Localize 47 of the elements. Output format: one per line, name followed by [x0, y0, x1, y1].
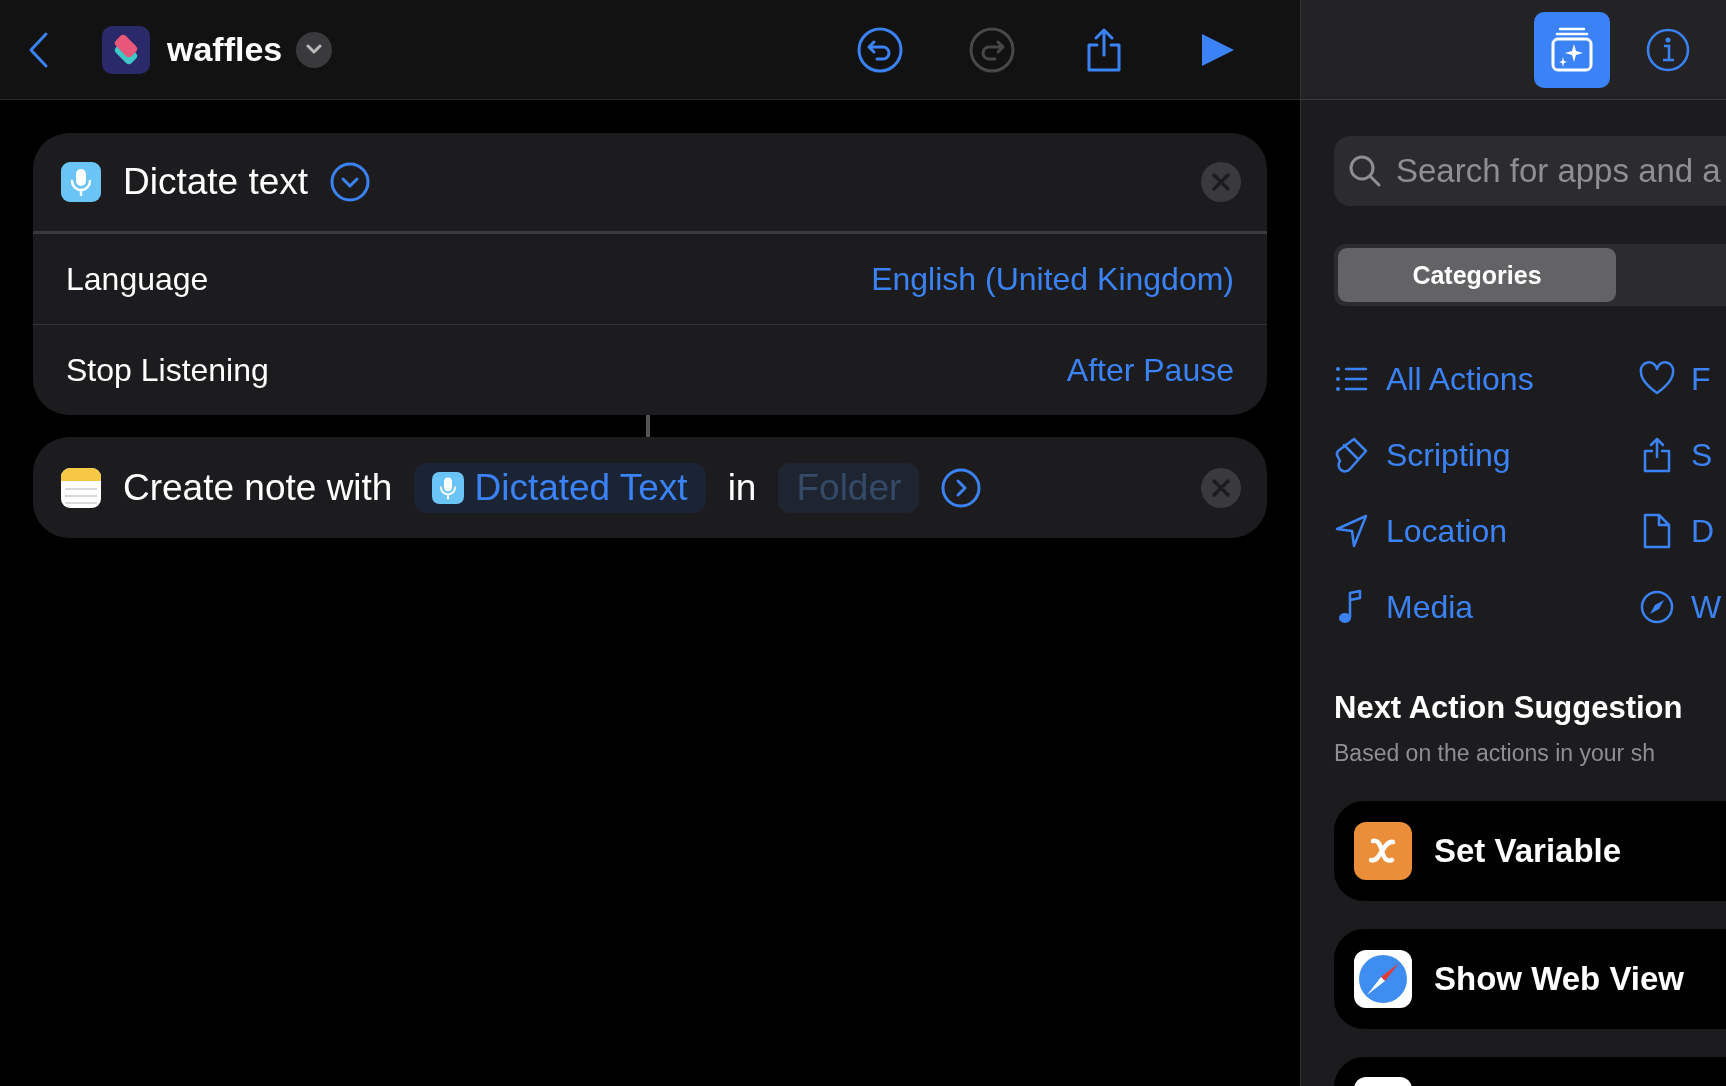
notes-icon	[61, 467, 101, 508]
microphone-icon	[432, 471, 465, 504]
expand-button[interactable]	[941, 467, 982, 508]
heart-icon	[1639, 361, 1675, 397]
suggestion-name: Set Variable	[1434, 832, 1622, 870]
parameter-value[interactable]: After Pause	[1066, 351, 1234, 389]
parameter-label: Stop Listening	[66, 351, 269, 389]
chevron-down-icon	[306, 44, 323, 54]
category-item[interactable]: Scripting	[1334, 434, 1639, 476]
section-heading: Next Action Suggestion	[1334, 690, 1684, 726]
category-item[interactable]: W	[1639, 586, 1726, 628]
undo-icon	[857, 26, 903, 73]
collapse-button[interactable]	[330, 162, 371, 202]
close-icon	[1201, 162, 1241, 202]
category-item[interactable]: All Actions	[1334, 358, 1639, 400]
back-icon	[27, 30, 49, 69]
variable-token[interactable]: Dictated Text	[414, 462, 706, 513]
variable-icon	[1354, 822, 1412, 880]
suggestion-name: Show Web View	[1434, 960, 1684, 998]
action-text: Create note with	[123, 466, 393, 509]
title-menu-button[interactable]	[296, 31, 333, 68]
chevron-down-icon	[330, 162, 371, 202]
compass-icon	[1354, 950, 1412, 1008]
category-item[interactable]: Media	[1334, 586, 1639, 628]
search-icon	[1348, 154, 1382, 188]
library-tab[interactable]	[1534, 11, 1610, 88]
action-title: Dictate text	[123, 161, 309, 203]
parameter-label: Language	[66, 260, 209, 298]
parameter-value[interactable]: English (United Kingdom)	[871, 260, 1234, 298]
search-field[interactable]: Search for apps and a	[1334, 136, 1726, 206]
suggestion-card[interactable]: Show Web View	[1334, 929, 1726, 1029]
shortcut-title: waffles	[167, 30, 283, 69]
category-item[interactable]: Location	[1334, 510, 1639, 552]
category-item[interactable]: F	[1639, 358, 1726, 400]
category-item[interactable]: D	[1639, 510, 1726, 552]
segment[interactable]: Categories	[1338, 248, 1616, 302]
chevron-right-icon	[941, 467, 982, 508]
section-subtitle: Based on the actions in your sh	[1334, 740, 1656, 767]
dictation-icon	[61, 162, 101, 202]
close-icon	[1201, 467, 1241, 508]
category-item[interactable]: S	[1639, 434, 1726, 476]
redo-icon	[969, 26, 1015, 73]
info-icon	[1645, 26, 1691, 73]
location-arrow-icon	[1334, 513, 1370, 549]
suggestion-card[interactable]: Set Variable	[1334, 801, 1726, 901]
compass-icon	[1639, 589, 1675, 625]
action-text: in	[727, 466, 757, 509]
